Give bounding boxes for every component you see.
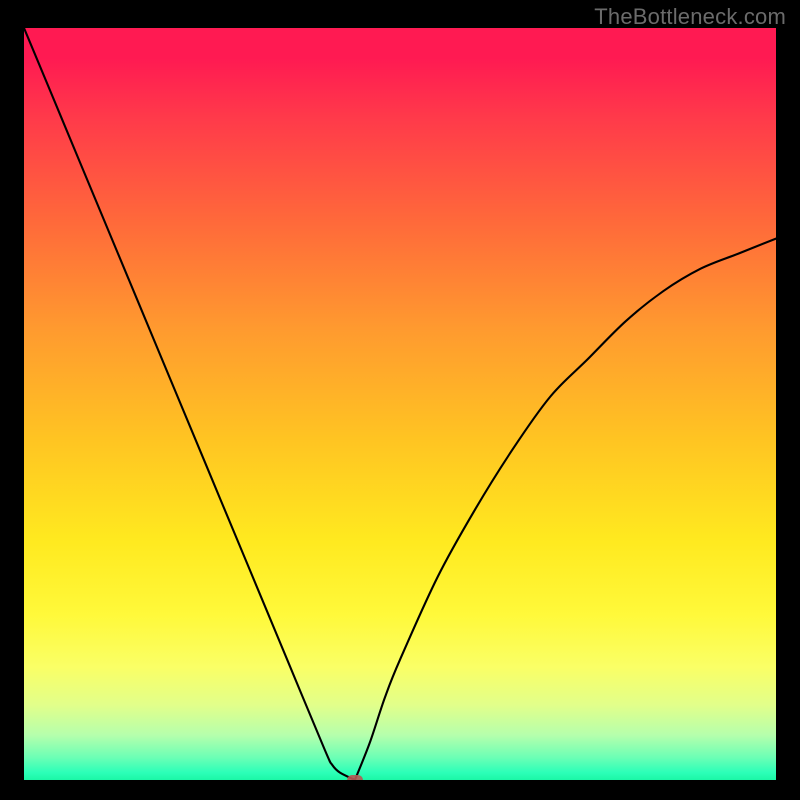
optimum-marker	[347, 775, 363, 780]
curve-left-branch	[24, 28, 355, 780]
plot-area	[24, 28, 776, 780]
chart-frame: TheBottleneck.com	[0, 0, 800, 800]
curve-right-branch	[355, 239, 776, 780]
watermark-text: TheBottleneck.com	[594, 4, 786, 30]
bottleneck-curve	[24, 28, 776, 780]
